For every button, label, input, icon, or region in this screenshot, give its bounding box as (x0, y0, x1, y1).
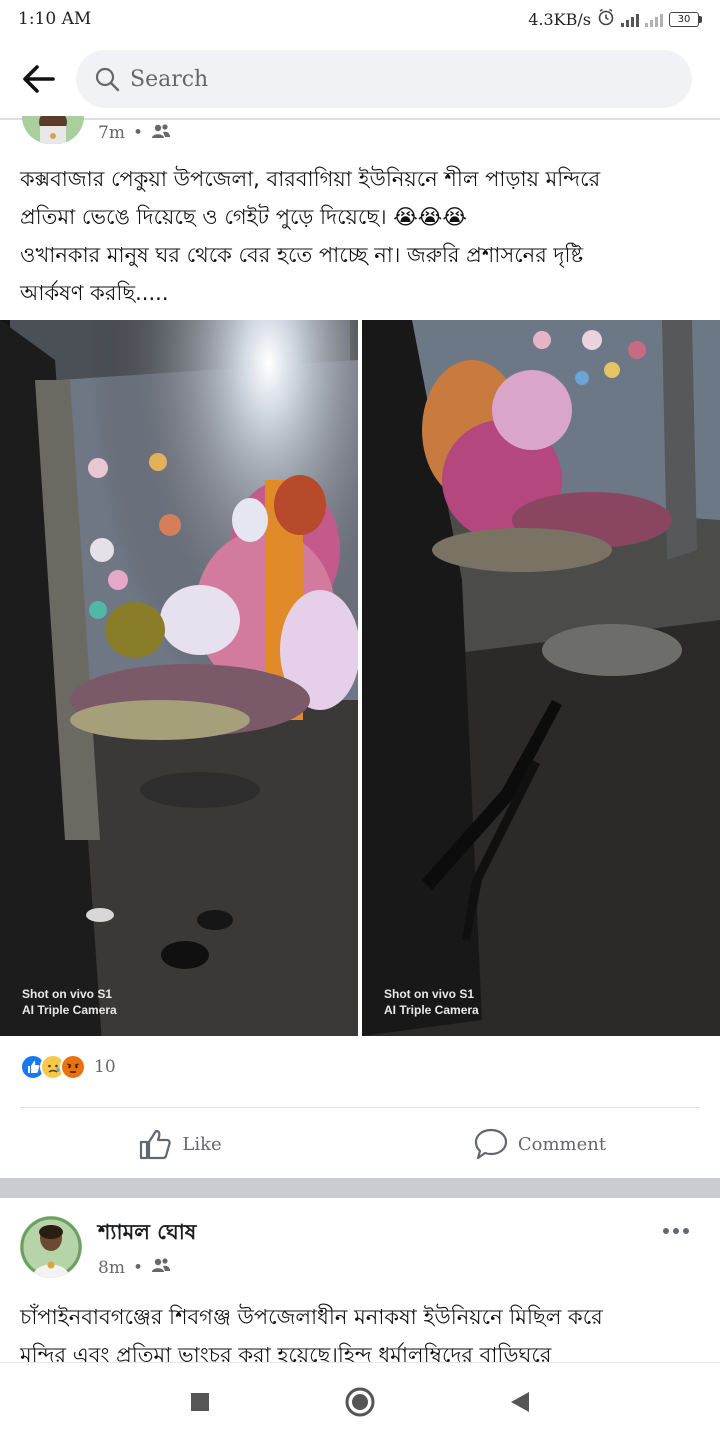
back-arrow-icon (23, 65, 55, 93)
search-bar[interactable] (76, 50, 692, 108)
alarm-icon (597, 8, 615, 30)
battery-icon: 30 (669, 11, 702, 27)
photo-watermark: Shot on vivo S1 AI Triple Camera (22, 987, 117, 1017)
more-options-button[interactable] (662, 1212, 690, 1242)
recents-button[interactable] (170, 1372, 230, 1432)
comment-icon (474, 1128, 507, 1160)
post1-avatar[interactable] (22, 116, 84, 144)
reaction-count[interactable]: 10 (94, 1057, 116, 1077)
post1-time[interactable]: 7m (98, 123, 125, 143)
circle-icon (345, 1387, 375, 1416)
post1-text-line: প্রতিমা ভেঙে দিয়েছে ও গেইট পুড়ে দিয়েছ… (20, 205, 467, 229)
post1-text: কক্সবাজার পেকুয়া উপজেলা, বারবাগিয়া ইউন… (20, 160, 700, 312)
square-icon (191, 1392, 209, 1411)
post1-meta-line: 7m • (98, 123, 171, 144)
angry-reaction-icon (60, 1054, 86, 1080)
search-icon (95, 67, 120, 92)
post2-text-line: চাঁপাইনবাবগঞ্জের শিবগঞ্জ উপজেলাধীন মনাকষ… (20, 1305, 603, 1329)
battery-level: 30 (669, 11, 699, 27)
feed-separator (0, 1178, 720, 1198)
comment-label: Comment (517, 1133, 607, 1155)
post1-text-line: কক্সবাজার পেকুয়া উপজেলা, বারবাগিয়া ইউন… (20, 167, 601, 191)
search-input[interactable] (130, 66, 610, 92)
app-header (0, 40, 720, 118)
post2-author-name[interactable]: শ্যামল ঘোষ (98, 1216, 196, 1251)
post1-photo-1[interactable]: Shot on vivo S1 AI Triple Camera (0, 320, 358, 1036)
post1-reactions[interactable]: 10 (20, 1054, 116, 1080)
friends-icon (151, 1257, 171, 1278)
post1-photos: Shot on vivo S1 AI Triple Camera Shot on… (0, 320, 720, 1036)
like-label: Like (182, 1133, 222, 1155)
status-bar: 1:10 AM 4.3KB/s 30 (0, 0, 720, 38)
post2-author-info: শ্যামল ঘোষ 8m • (98, 1216, 196, 1278)
triangle-back-icon (511, 1391, 529, 1412)
post2-time[interactable]: 8m (98, 1258, 125, 1278)
signal-icon-2 (645, 11, 663, 27)
signal-icon (621, 11, 639, 27)
post1-text-line: ওখানকার মানুষ ঘর থেকে বের হতে পাচ্ছে না।… (20, 243, 584, 267)
photo-watermark: Shot on vivo S1 AI Triple Camera (384, 987, 479, 1017)
home-button[interactable] (330, 1372, 390, 1432)
friends-icon (151, 123, 171, 144)
reactions-divider (20, 1107, 700, 1108)
post1-meta: 7m • (22, 116, 171, 148)
post1-photo-2[interactable]: Shot on vivo S1 AI Triple Camera (362, 320, 720, 1036)
status-time: 1:10 AM (18, 9, 92, 29)
system-nav-bar (0, 1362, 720, 1440)
post2-meta-line: 8m • (98, 1257, 196, 1278)
post1-text-line: আর্কষণ করছি..... (20, 281, 169, 305)
back-button[interactable] (18, 59, 58, 99)
post2-avatar[interactable] (20, 1216, 82, 1278)
more-icon (663, 1228, 689, 1234)
network-speed: 4.3KB/s (528, 9, 591, 29)
like-button[interactable]: Like (0, 1116, 360, 1172)
comment-button[interactable]: Comment (360, 1116, 720, 1172)
post1-actions: Like Comment (0, 1116, 720, 1172)
status-indicators: 4.3KB/s 30 (528, 8, 702, 30)
thumbs-up-icon (140, 1129, 172, 1160)
back-nav-button[interactable] (490, 1372, 550, 1432)
post2-header: শ্যামল ঘোষ 8m • (20, 1212, 700, 1282)
